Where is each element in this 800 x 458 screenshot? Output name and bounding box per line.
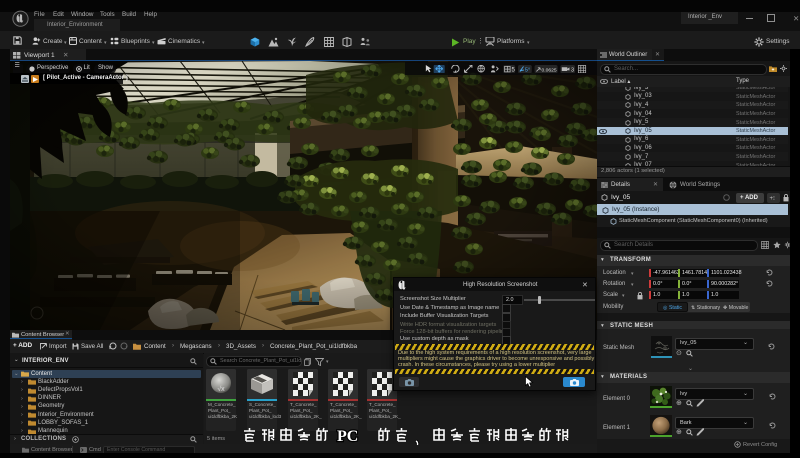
svg-text:0.0625: 0.0625 [541, 67, 556, 73]
svg-text:√x: √x [217, 385, 225, 393]
svg-text:3: 3 [571, 67, 574, 73]
svg-text:5°: 5° [525, 67, 530, 73]
svg-text:PC: PC [337, 428, 358, 445]
